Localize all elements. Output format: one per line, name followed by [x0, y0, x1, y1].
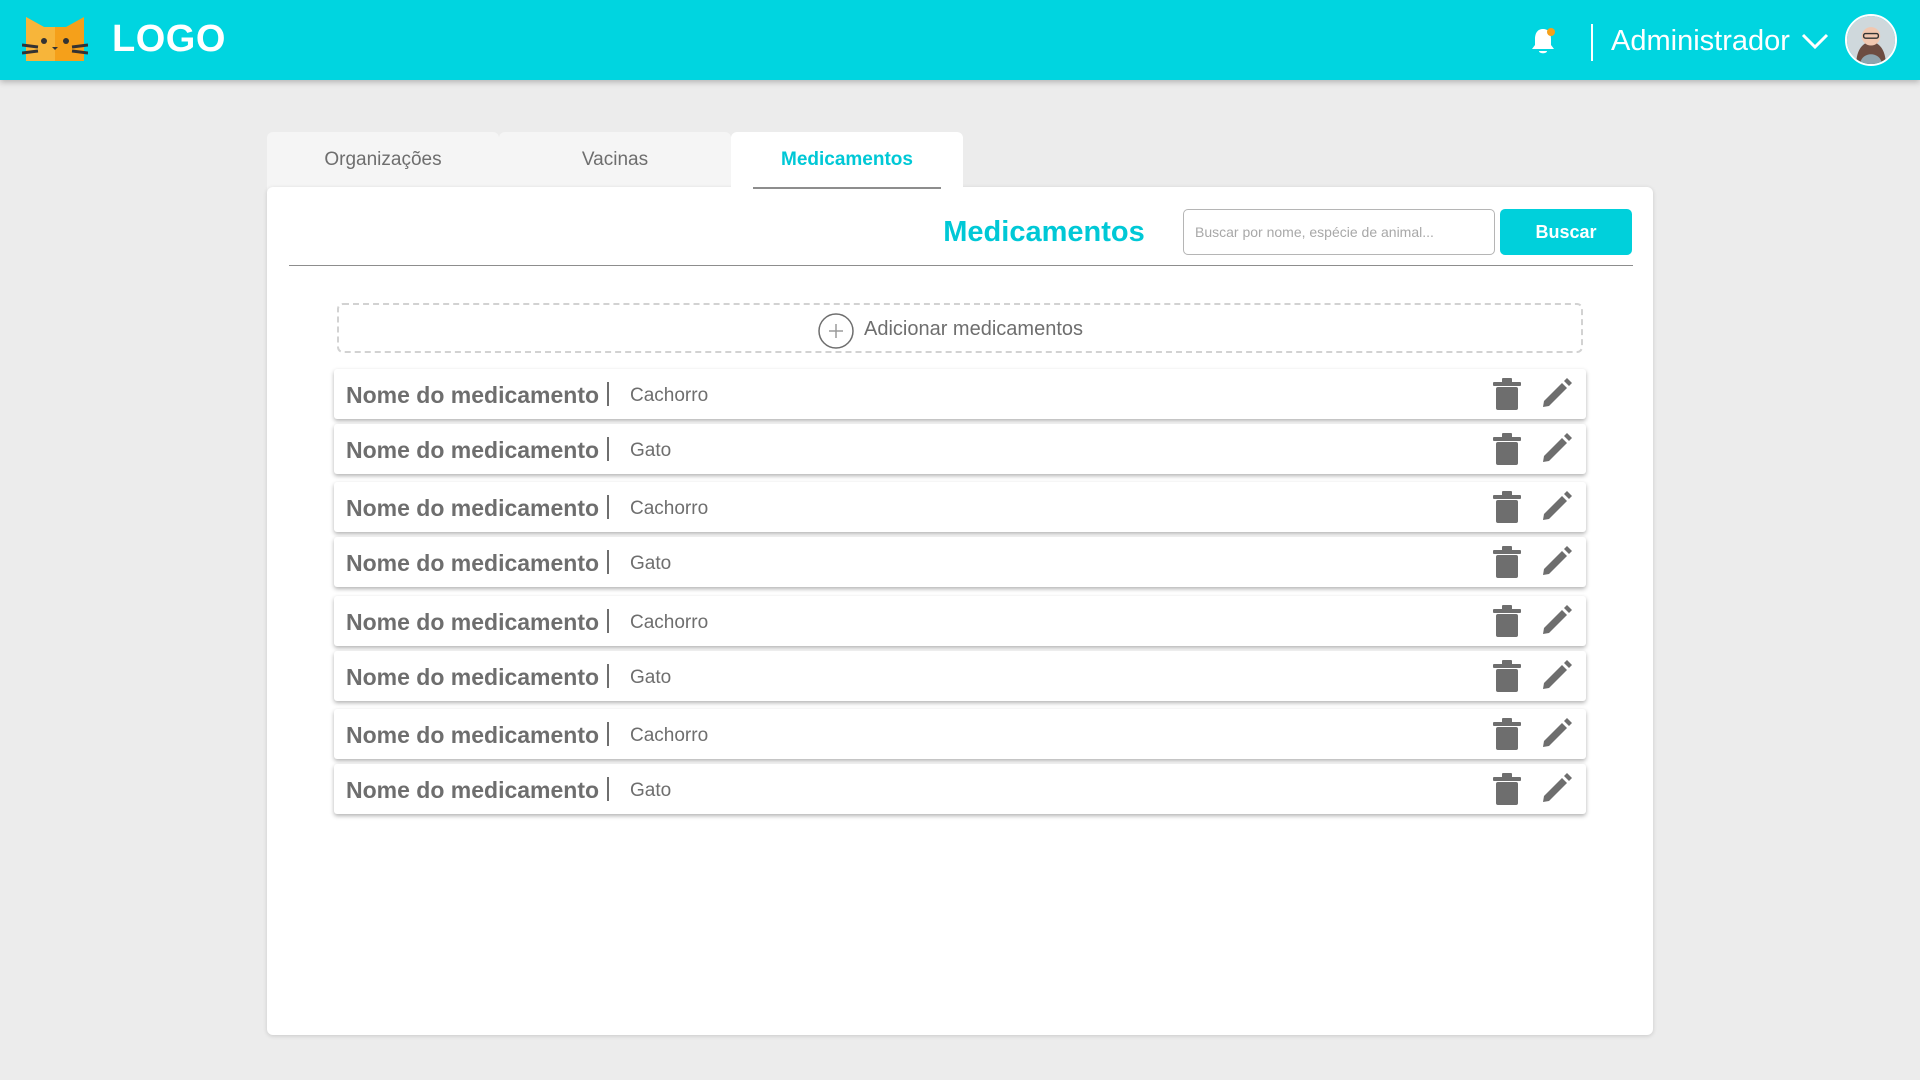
list-item: Nome do medicamento Gato: [334, 424, 1586, 474]
medication-name: Nome do medicamento: [346, 664, 600, 690]
medication-name: Nome do medicamento: [346, 495, 600, 521]
row-divider: [607, 609, 609, 633]
top-bar: LOGO Administrador: [0, 0, 1920, 80]
header-divider: [1591, 24, 1593, 61]
row-divider: [607, 437, 609, 461]
trash-icon[interactable]: [1492, 718, 1522, 750]
cat-face-icon: [22, 17, 88, 61]
pencil-icon[interactable]: [1540, 605, 1572, 637]
medication-name: Nome do medicamento: [346, 550, 600, 576]
page-title: Medicamentos: [943, 216, 1145, 248]
list-item: Nome do medicamento Gato: [334, 651, 1586, 701]
bell-icon[interactable]: [1526, 24, 1560, 58]
row-divider: [607, 722, 609, 746]
tab-label: Organizações: [324, 149, 442, 170]
medication-species: Cachorro: [630, 498, 709, 519]
list-item: Nome do medicamento Cachorro: [334, 482, 1586, 532]
medication-name: Nome do medicamento: [346, 609, 600, 635]
avatar[interactable]: [1845, 14, 1897, 66]
trash-icon[interactable]: [1492, 605, 1522, 637]
row-divider: [607, 495, 609, 519]
chevron-down-icon[interactable]: [1800, 30, 1830, 52]
tab-underline: [753, 187, 941, 189]
medication-name: Nome do medicamento: [346, 777, 600, 803]
medication-species: Gato: [630, 667, 672, 688]
medication-species: Gato: [630, 440, 672, 461]
title-divider: [289, 265, 1633, 266]
trash-icon[interactable]: [1492, 378, 1522, 410]
list-item: Nome do medicamento Cachorro: [334, 709, 1586, 759]
trash-icon[interactable]: [1492, 773, 1522, 805]
row-divider: [607, 777, 609, 801]
pencil-icon[interactable]: [1540, 546, 1572, 578]
pencil-icon[interactable]: [1540, 660, 1572, 692]
pencil-icon[interactable]: [1540, 491, 1572, 523]
medication-name: Nome do medicamento: [346, 722, 600, 748]
tab-medicamentos[interactable]: Medicamentos: [731, 132, 963, 204]
medication-species: Gato: [630, 780, 672, 801]
trash-icon[interactable]: [1492, 433, 1522, 465]
pencil-icon[interactable]: [1540, 718, 1572, 750]
medication-name: Nome do medicamento: [346, 382, 600, 408]
trash-icon[interactable]: [1492, 491, 1522, 523]
row-divider: [607, 382, 609, 406]
plus-circle-icon: [818, 313, 854, 349]
add-medication-label: Adicionar medicamentos: [864, 318, 1083, 340]
pencil-icon[interactable]: [1540, 773, 1572, 805]
search-button[interactable]: Buscar: [1500, 209, 1632, 255]
trash-icon[interactable]: [1492, 660, 1522, 692]
search-input[interactable]: [1183, 209, 1495, 255]
add-medication-button[interactable]: Adicionar medicamentos: [337, 303, 1583, 353]
tab-label: Vacinas: [581, 149, 649, 170]
pencil-icon[interactable]: [1540, 433, 1572, 465]
list-item: Nome do medicamento Cachorro: [334, 596, 1586, 646]
content-card: Medicamentos Buscar Adicionar medicament…: [267, 187, 1653, 1035]
logo-text: LOGO: [112, 18, 226, 60]
medication-name: Nome do medicamento: [346, 437, 600, 463]
trash-icon[interactable]: [1492, 546, 1522, 578]
row-divider: [607, 550, 609, 574]
list-item: Nome do medicamento Gato: [334, 537, 1586, 587]
medication-species: Cachorro: [630, 612, 709, 633]
list-item: Nome do medicamento Cachorro: [334, 369, 1586, 419]
list-item: Nome do medicamento Gato: [334, 764, 1586, 814]
medication-species: Cachorro: [630, 385, 709, 406]
user-name[interactable]: Administrador: [1611, 25, 1790, 58]
user-avatar-icon: [1847, 16, 1895, 64]
pencil-icon[interactable]: [1540, 378, 1572, 410]
tab-label: Medicamentos: [781, 149, 913, 170]
medication-species: Gato: [630, 553, 672, 574]
row-divider: [607, 664, 609, 688]
medication-species: Cachorro: [630, 725, 709, 746]
